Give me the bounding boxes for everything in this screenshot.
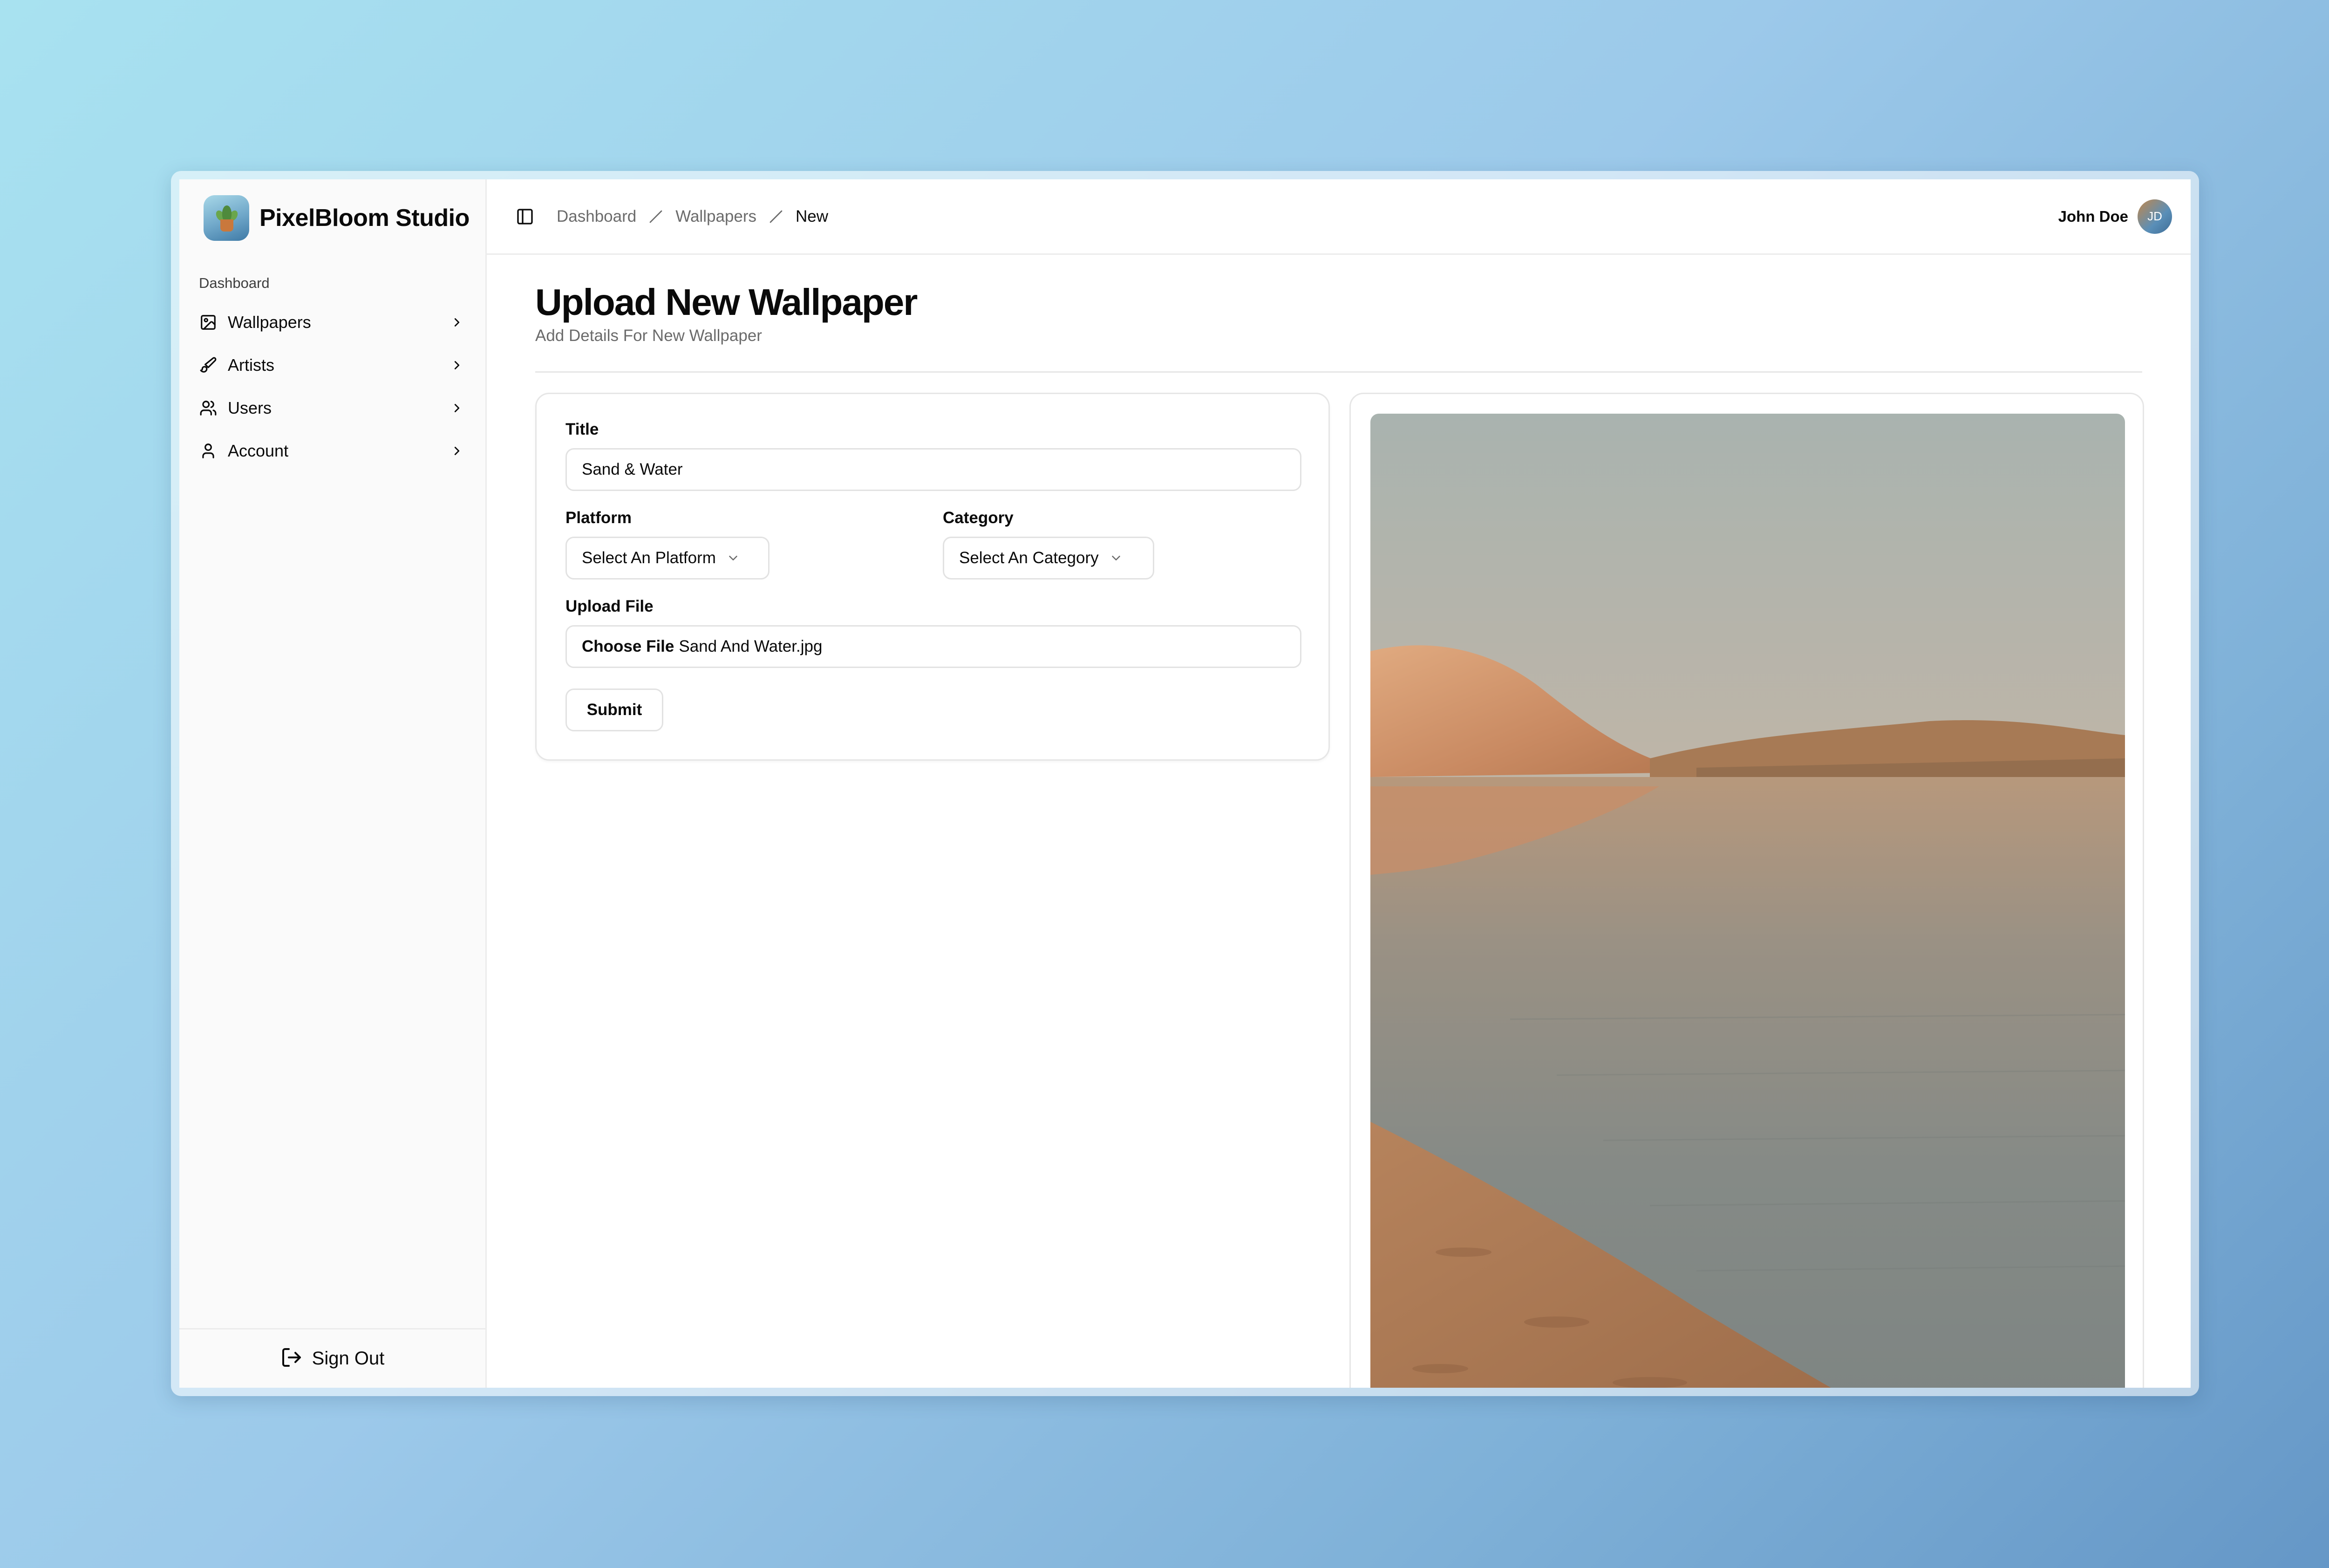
page-header: Upload New Wallpaper Add Details For New…	[487, 255, 2191, 345]
breadcrumb-current: New	[796, 207, 829, 225]
file-input[interactable]: Choose File Sand And Water.jpg	[565, 625, 1301, 668]
sign-out-button[interactable]: Sign Out	[179, 1328, 485, 1388]
brand[interactable]: PixelBloom Studio	[179, 179, 485, 256]
slash-separator-icon	[647, 207, 665, 226]
brand-name: PixelBloom Studio	[259, 204, 470, 232]
upload-file-label: Upload File	[565, 597, 654, 615]
submit-button[interactable]: Submit	[565, 689, 663, 731]
sidebar-toggle-button[interactable]	[513, 205, 537, 229]
page-subtitle: Add Details For New Wallpaper	[535, 327, 762, 345]
sidebar-item-artists[interactable]: Artists	[179, 344, 485, 387]
sidebar: PixelBloom Studio Dashboard Wallpapers A…	[179, 179, 487, 1388]
potted-plant-icon	[204, 195, 249, 241]
platform-label: Platform	[565, 509, 632, 527]
chevron-right-icon	[449, 314, 465, 330]
main-content: Dashboard Wallpapers New John Doe JD Upl	[487, 179, 2191, 1388]
preview-card	[1349, 393, 2144, 1388]
app-frame: PixelBloom Studio Dashboard Wallpapers A…	[171, 171, 2199, 1396]
avatar: JD	[2138, 199, 2172, 234]
sidebar-item-label: Users	[228, 398, 272, 417]
brush-icon	[199, 356, 218, 375]
platform-select-value: Select An Platform	[582, 549, 716, 567]
user-icon	[199, 442, 218, 460]
sidebar-item-account[interactable]: Account	[179, 429, 485, 472]
category-select-value: Select An Category	[959, 549, 1099, 567]
user-name: John Doe	[2058, 207, 2128, 225]
chevron-right-icon	[449, 443, 465, 459]
sidebar-item-label: Artists	[228, 355, 275, 375]
divider	[535, 371, 2142, 373]
chevron-right-icon	[449, 400, 465, 416]
sidebar-item-users[interactable]: Users	[179, 387, 485, 429]
breadcrumb-wallpapers[interactable]: Wallpapers	[675, 207, 756, 226]
panel-left-icon	[517, 208, 533, 225]
sidebar-item-label: Wallpapers	[228, 313, 311, 332]
users-icon	[199, 399, 218, 417]
file-name: Sand And Water.jpg	[679, 637, 823, 655]
upload-form-card: Title Sand & Water Platform Select An Pl…	[535, 393, 1330, 761]
chevron-right-icon	[449, 357, 465, 373]
sidebar-group-label: Dashboard	[199, 275, 270, 291]
image-icon	[199, 313, 218, 332]
user-menu[interactable]: John Doe JD	[2058, 199, 2172, 234]
sign-out-label: Sign Out	[312, 1348, 385, 1369]
chevron-down-icon	[1109, 551, 1123, 565]
breadcrumb-dashboard[interactable]: Dashboard	[557, 207, 636, 226]
title-label: Title	[565, 420, 599, 438]
log-out-icon	[280, 1346, 303, 1371]
category-label: Category	[943, 509, 1014, 527]
breadcrumb: Dashboard Wallpapers New	[557, 207, 828, 226]
category-select[interactable]: Select An Category	[943, 537, 1154, 579]
slash-separator-icon	[767, 207, 785, 226]
app-window: PixelBloom Studio Dashboard Wallpapers A…	[179, 179, 2191, 1388]
top-bar: Dashboard Wallpapers New John Doe JD	[487, 179, 2191, 255]
sidebar-item-wallpapers[interactable]: Wallpapers	[179, 301, 485, 344]
title-input[interactable]: Sand & Water	[565, 448, 1301, 491]
choose-file-button[interactable]: Choose File	[582, 637, 674, 656]
sidebar-item-label: Account	[228, 441, 289, 460]
wallpaper-preview-image	[1370, 414, 2125, 1388]
chevron-down-icon	[726, 551, 740, 565]
page-title: Upload New Wallpaper	[535, 281, 918, 323]
platform-select[interactable]: Select An Platform	[565, 537, 770, 579]
